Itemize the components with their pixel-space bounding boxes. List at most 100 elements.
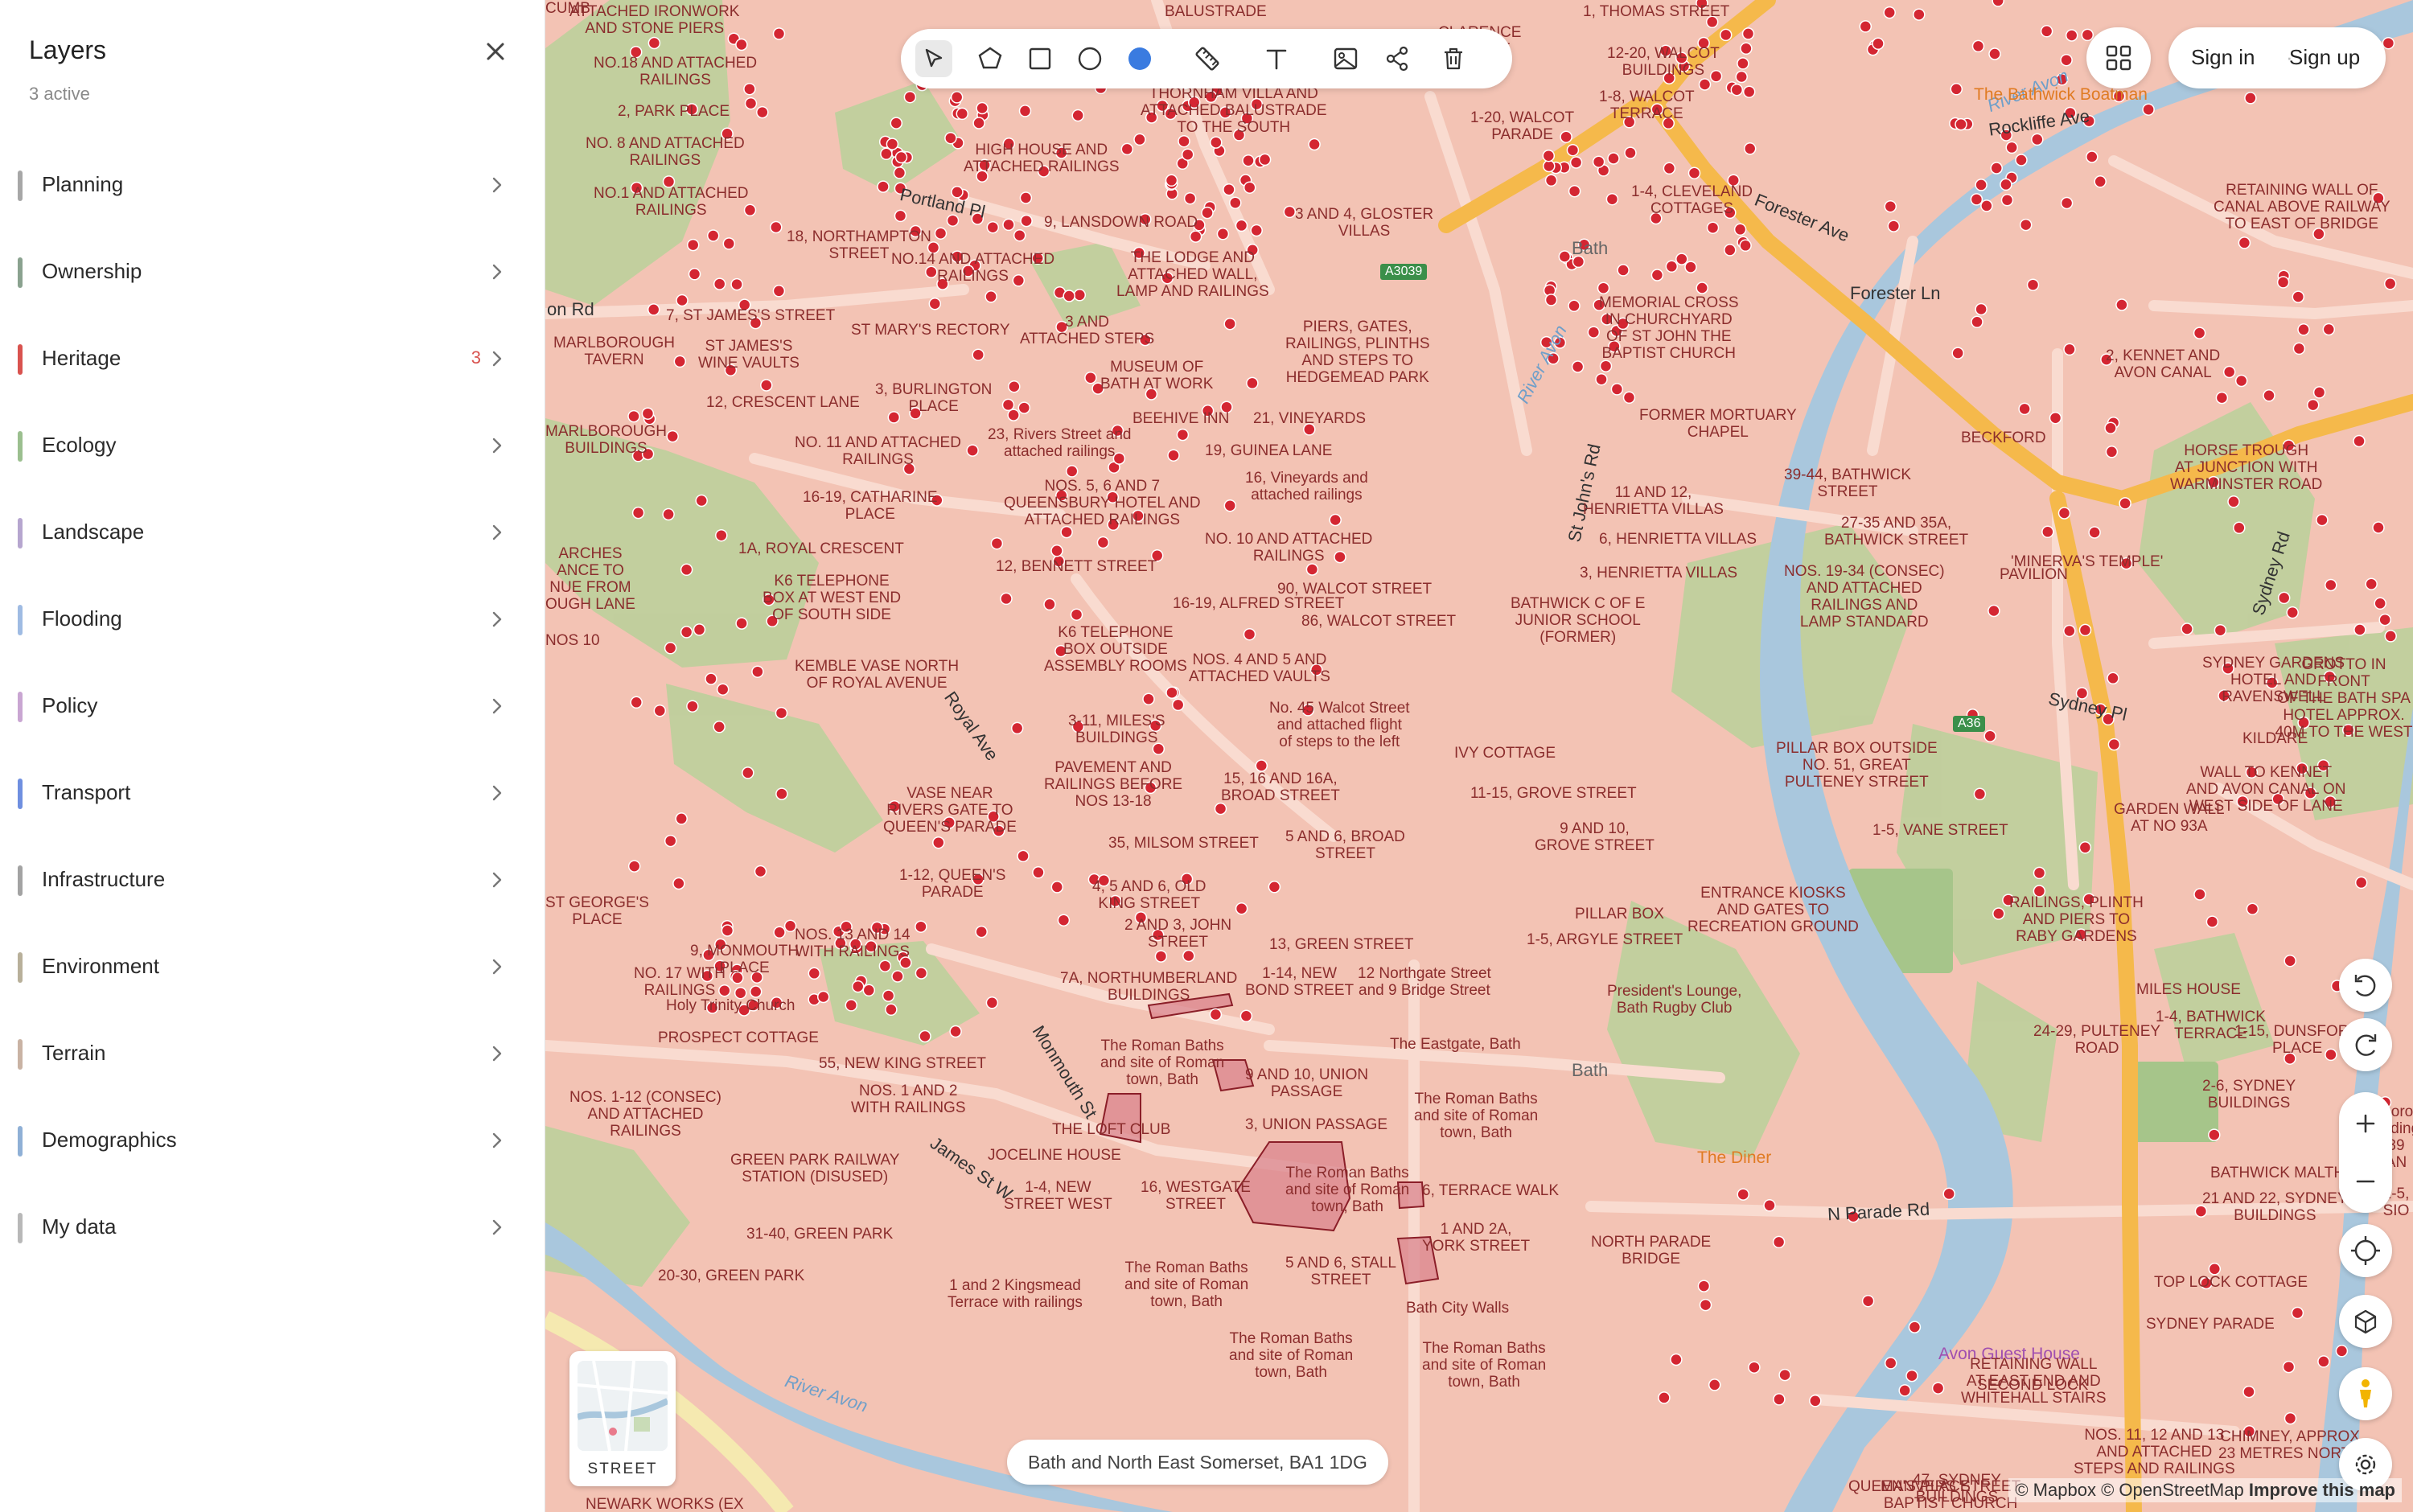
heritage-marker[interactable] [2193, 888, 2206, 901]
heritage-marker[interactable] [932, 836, 945, 849]
heritage-marker[interactable] [2041, 525, 2054, 539]
close-panel-button[interactable] [479, 35, 512, 68]
heritage-marker[interactable] [2306, 398, 2320, 412]
heritage-marker[interactable] [1607, 152, 1620, 165]
heritage-site-label[interactable]: 3 AND 4, GLOSTER VILLAS [1295, 206, 1433, 240]
heritage-marker[interactable] [1971, 39, 1985, 53]
heritage-marker[interactable] [1544, 174, 1558, 187]
heritage-marker[interactable] [664, 834, 677, 848]
heritage-marker[interactable] [972, 117, 985, 129]
heritage-marker[interactable] [2325, 578, 2337, 592]
heritage-marker[interactable] [2317, 1355, 2330, 1368]
heritage-site-label[interactable]: K6 TELEPHONE BOX AT WEST END OF SOUTH SI… [763, 573, 901, 623]
heritage-marker[interactable] [1019, 191, 1033, 204]
heritage-marker[interactable] [1675, 253, 1688, 265]
heritage-marker[interactable] [1973, 787, 1987, 801]
heritage-site-label[interactable]: 12, CRESCENT LANE [706, 394, 860, 411]
heritage-marker[interactable] [1084, 371, 1097, 384]
heritage-site-label[interactable]: 24-29, PULTENEY ROAD [2033, 1023, 2160, 1057]
heritage-site-label[interactable]: NOS. 5, 6 AND 7 QUEENSBURY HOTEL AND ATT… [1004, 478, 1201, 528]
heritage-marker[interactable] [773, 926, 786, 939]
heritage-site-label[interactable]: 2, PARK PLACE [618, 103, 730, 120]
heritage-marker[interactable] [1971, 315, 1983, 329]
heritage-marker[interactable] [2005, 141, 2018, 154]
heritage-site-label[interactable]: BATHWICK C OF E JUNIOR SCHOOL (FORMER) [1511, 595, 1645, 646]
heritage-marker[interactable] [919, 1029, 931, 1043]
heritage-site-label[interactable]: QUEEN'S PLACE [1848, 1478, 1970, 1495]
heritage-marker[interactable] [1176, 428, 1190, 442]
select-tool-button[interactable] [915, 40, 952, 77]
heritage-marker[interactable] [1243, 627, 1256, 641]
heritage-marker[interactable] [1568, 299, 1581, 313]
heritage-marker[interactable] [934, 227, 948, 240]
heritage-marker[interactable] [816, 990, 830, 1004]
heritage-marker[interactable] [2277, 591, 2291, 605]
heritage-marker[interactable] [705, 672, 717, 685]
layer-row-my-data[interactable]: My data [0, 1184, 545, 1271]
heritage-marker[interactable] [1708, 1378, 1721, 1391]
heritage-site-label[interactable]: MARLBOROUGH BUILDINGS [545, 423, 667, 457]
layer-row-ecology[interactable]: Ecology [0, 402, 545, 489]
heritage-marker[interactable] [1908, 1321, 1922, 1333]
heritage-marker[interactable] [641, 407, 655, 420]
share-tool-button[interactable] [1379, 40, 1416, 77]
heritage-marker[interactable] [1698, 78, 1712, 91]
heritage-marker[interactable] [2297, 323, 2310, 336]
heritage-marker[interactable] [956, 107, 969, 121]
heritage-marker[interactable] [851, 980, 865, 993]
heritage-marker[interactable] [1684, 261, 1697, 273]
heritage-marker[interactable] [2119, 497, 2131, 510]
heritage-marker[interactable] [1772, 1235, 1786, 1249]
heritage-marker[interactable] [1243, 181, 1256, 194]
heritage-marker[interactable] [772, 27, 786, 40]
heritage-marker[interactable] [2078, 841, 2092, 854]
heritage-site-label[interactable]: PIERS, GATES, RAILINGS, PLINTHS AND STEP… [1285, 318, 1430, 386]
heritage-site-label[interactable]: NOS. 11, 12 AND 13 AND ATTACHED STEPS AN… [2074, 1427, 2235, 1477]
heritage-marker[interactable] [1980, 199, 1993, 212]
zoom-in-button[interactable] [2339, 1097, 2392, 1150]
heritage-marker[interactable] [2353, 434, 2366, 448]
heritage-site-label[interactable]: 3 AND ATTACHED STEPS [1020, 314, 1154, 347]
heritage-marker[interactable] [2065, 29, 2078, 42]
heritage-marker[interactable] [845, 999, 858, 1012]
heritage-site-label[interactable]: The Eastgate, Bath [1390, 1036, 1521, 1053]
layer-row-planning[interactable]: Planning [0, 142, 545, 228]
heritage-marker[interactable] [1663, 162, 1676, 175]
heritage-marker[interactable] [749, 985, 763, 998]
heritage-marker[interactable] [1543, 159, 1556, 173]
heritage-marker[interactable] [915, 967, 928, 980]
heritage-site-label[interactable]: 16, WESTGATE STREET [1141, 1179, 1251, 1213]
heritage-site-label[interactable]: 31-40, GREEN PARK [746, 1226, 893, 1243]
heritage-marker[interactable] [1063, 290, 1075, 302]
heritage-marker[interactable] [775, 706, 788, 720]
heritage-marker[interactable] [1201, 206, 1214, 220]
heritage-site-label[interactable]: ST JAMES'S WINE VAULTS [698, 338, 800, 372]
heritage-marker[interactable] [928, 297, 942, 310]
heritage-marker[interactable] [1658, 1391, 1671, 1404]
heritage-marker[interactable] [1696, 281, 1708, 294]
mapbox-attribution[interactable]: © Mapbox [2015, 1480, 2096, 1500]
heritage-marker[interactable] [2244, 92, 2257, 105]
heritage-marker[interactable] [2286, 606, 2299, 619]
heritage-marker[interactable] [2088, 526, 2101, 539]
heritage-marker[interactable] [2382, 36, 2395, 50]
heritage-site-label[interactable]: TOP LOCK COTTAGE [2154, 1274, 2308, 1291]
heritage-marker[interactable] [976, 101, 989, 115]
heritage-site-label[interactable]: 1 AND 2A, YORK STREET [1422, 1221, 1530, 1255]
heritage-marker[interactable] [1032, 866, 1045, 879]
heritage-marker[interactable] [1010, 721, 1024, 735]
heritage-marker[interactable] [2215, 391, 2229, 405]
heritage-marker[interactable] [2354, 876, 2368, 890]
heritage-marker[interactable] [1142, 692, 1155, 705]
heritage-site-label[interactable]: VASE NEAR RIVERS GATE TO QUEEN'S PARADE [883, 785, 1017, 836]
heritage-marker[interactable] [1223, 317, 1236, 331]
heritage-marker[interactable] [1699, 1298, 1712, 1312]
heritage-marker[interactable] [2060, 196, 2074, 210]
heritage-marker[interactable] [754, 865, 767, 878]
heritage-marker[interactable] [2284, 954, 2296, 968]
heritage-marker[interactable] [1706, 221, 1720, 234]
heritage-site-label[interactable]: 5 AND 6, BROAD STREET [1285, 828, 1405, 862]
heritage-site-label[interactable]: 'MINERVA'S TEMPLE' [2011, 553, 2163, 570]
heritage-marker[interactable] [1566, 143, 1580, 157]
heritage-site-label[interactable]: Holy Trinity Church [666, 997, 795, 1014]
